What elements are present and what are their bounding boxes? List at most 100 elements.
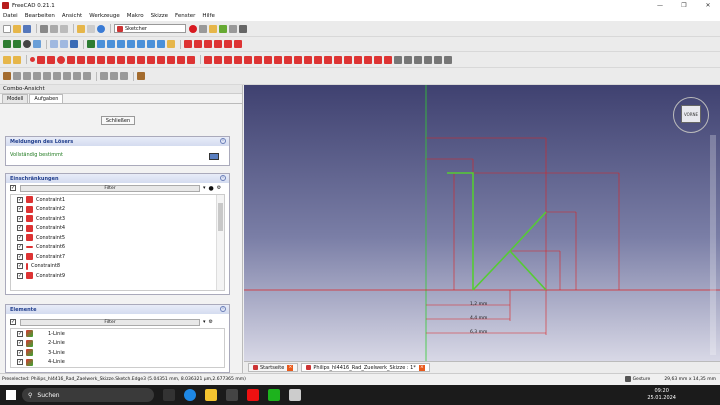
rectangle-icon[interactable] — [97, 55, 105, 64]
perpendicular-constraint-icon[interactable] — [254, 55, 262, 64]
debug-icon[interactable] — [229, 24, 237, 33]
edit-sketch-icon[interactable] — [194, 40, 202, 48]
reorient-sketch-icon[interactable] — [234, 40, 242, 48]
windows-start-icon[interactable] — [6, 390, 16, 400]
move-icon[interactable] — [53, 72, 61, 80]
undo-icon[interactable] — [77, 24, 85, 33]
trim-icon[interactable] — [137, 55, 145, 64]
workbench-selector[interactable]: Sketcher — [114, 24, 186, 33]
carbon-copy-icon[interactable] — [177, 55, 185, 64]
list-item[interactable]: ✓ 1-Linie — [11, 329, 224, 339]
tab-sketch-document[interactable]: Philips_hl4416_Rad_Zuelwerk_Skizze : 1* … — [301, 363, 430, 372]
tab-modell[interactable]: Modell — [2, 94, 29, 103]
menu-bearbeiten[interactable]: Bearbeiten — [25, 13, 55, 19]
elements-filter[interactable]: Filter — [20, 318, 200, 326]
redo-icon[interactable] — [87, 24, 95, 33]
bspline-tools-icon[interactable] — [137, 72, 145, 80]
lock-constraint-icon[interactable] — [304, 55, 312, 64]
clone-icon[interactable] — [33, 72, 41, 80]
menu-skizze[interactable]: Skizze — [151, 13, 168, 19]
zoom-icon[interactable] — [87, 40, 95, 48]
sketch-tool-icon[interactable] — [394, 55, 402, 64]
collapse-icon[interactable]: ˄ — [220, 306, 226, 312]
coincident-constraint-icon[interactable] — [204, 55, 212, 64]
3d-view[interactable]: 1,2 mm 4,4 mm 6,3 mm VORNE — [244, 85, 720, 361]
tab-aufgaben[interactable]: Aufgaben — [29, 94, 64, 103]
bspline-icon[interactable] — [77, 55, 85, 64]
freecad-taskbar-icon[interactable] — [289, 389, 301, 401]
constraint-checkbox[interactable]: ✓ — [17, 206, 23, 213]
bounding-box-icon[interactable] — [33, 40, 41, 48]
solver-settings-icon[interactable] — [209, 153, 219, 160]
navigation-cube[interactable]: VORNE — [671, 95, 711, 135]
polyline-icon[interactable] — [37, 55, 45, 64]
constraint-checkbox[interactable]: ✓ — [17, 196, 23, 203]
fit-selection-icon[interactable] — [13, 40, 21, 48]
sketcher-workbench-icon[interactable] — [3, 72, 11, 80]
sketch-lines[interactable] — [509, 250, 547, 291]
sketch-lines[interactable] — [447, 172, 474, 290]
constraint-checkbox[interactable]: ✓ — [17, 215, 23, 222]
sketch-tool-6-icon[interactable] — [444, 55, 452, 64]
sketch-tool-4-icon[interactable] — [424, 55, 432, 64]
arc-icon[interactable] — [47, 55, 55, 64]
scrollbar-thumb[interactable] — [218, 203, 223, 231]
close-window-button[interactable]: ✕ — [696, 0, 720, 11]
list-item[interactable]: ✓ Constraint6 — [11, 243, 224, 253]
sketch-tool-2-icon[interactable] — [404, 55, 412, 64]
sketch-point-icon[interactable] — [30, 57, 35, 62]
vertical-constraint-icon[interactable] — [224, 55, 232, 64]
constraints-header[interactable]: Einschränkungen ˄ — [6, 174, 229, 183]
block-constraint-icon[interactable] — [294, 55, 302, 64]
toggle-driving-icon[interactable] — [384, 55, 392, 64]
snap-icon[interactable] — [110, 72, 118, 80]
select-icon[interactable] — [13, 72, 21, 80]
menu-werkzeuge[interactable]: Werkzeuge — [89, 13, 120, 19]
close-sketch-button[interactable]: Schließen — [101, 116, 135, 125]
circle-icon[interactable] — [57, 55, 65, 64]
list-item[interactable]: ✓ Constraint3 — [11, 214, 224, 224]
element-checkbox[interactable]: ✓ — [17, 330, 23, 337]
left-view-icon[interactable] — [157, 40, 165, 48]
horizontal-constraint-icon[interactable] — [234, 55, 242, 64]
element-checkbox[interactable]: ✓ — [17, 340, 23, 347]
list-item[interactable]: ✓ Constraint8 — [11, 262, 224, 272]
system-clock[interactable]: 09:20 25.01.2024 — [647, 388, 676, 402]
view-side-controls[interactable] — [710, 135, 716, 355]
solver-messages-header[interactable]: Meldungen des Lösers ˄ — [6, 137, 229, 146]
validate-icon[interactable] — [23, 72, 31, 80]
close-icon[interactable]: × — [418, 364, 425, 371]
constraint-checkbox[interactable]: ✓ — [17, 225, 23, 232]
point-on-object-icon[interactable] — [214, 55, 222, 64]
right-view-icon[interactable] — [127, 40, 135, 48]
refraction-constraint-icon[interactable] — [374, 55, 382, 64]
dimension-label[interactable]: 6,3 mm — [470, 330, 487, 335]
settings-icon[interactable]: ⚙ — [217, 185, 221, 191]
list-item[interactable]: ✓ 4-Linie — [11, 358, 224, 368]
constraint-checkbox[interactable]: ✓ — [17, 272, 23, 279]
new-file-icon[interactable] — [3, 24, 11, 33]
settings-icon[interactable]: ⚙ — [209, 319, 213, 325]
sketch-tool-5-icon[interactable] — [434, 55, 442, 64]
symmetric-constraint-icon[interactable] — [284, 55, 292, 64]
slot-icon[interactable] — [117, 55, 125, 64]
menu-ansicht[interactable]: Ansicht — [62, 13, 82, 19]
task-view-icon[interactable] — [163, 389, 175, 401]
conic-icon[interactable] — [67, 55, 75, 64]
delete-geometry-icon[interactable] — [83, 72, 91, 80]
refresh-icon[interactable] — [97, 24, 105, 33]
constraint-checkbox[interactable]: ✓ — [17, 244, 23, 251]
list-item[interactable]: ✓ Constraint5 — [11, 233, 224, 243]
diameter-constraint-icon[interactable] — [354, 55, 362, 64]
menu-fenster[interactable]: Fenster — [175, 13, 195, 19]
new-sketch-icon[interactable] — [184, 40, 192, 48]
edge-icon[interactable] — [184, 389, 196, 401]
stop-macro-icon[interactable] — [199, 24, 207, 33]
navigation-style[interactable]: Gesture — [633, 377, 651, 382]
view-sketch-icon[interactable] — [214, 40, 222, 48]
external-geometry-icon[interactable] — [167, 55, 175, 64]
list-item[interactable]: ✓ 2-Linie — [11, 339, 224, 349]
close-icon[interactable]: × — [287, 364, 294, 371]
bottom-view-icon[interactable] — [147, 40, 155, 48]
radius-constraint-icon[interactable] — [344, 55, 352, 64]
